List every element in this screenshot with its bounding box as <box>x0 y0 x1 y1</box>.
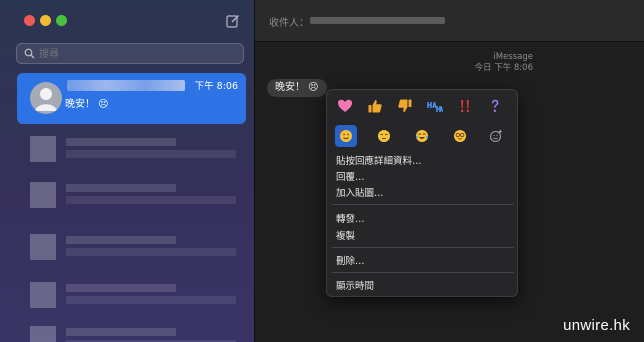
conversation-time: 下午 8:06 <box>194 81 238 92</box>
nerd-face-icon <box>454 130 466 142</box>
timestamp-label: 今日 下午 8:06 <box>474 63 534 73</box>
compose-icon[interactable] <box>226 14 240 28</box>
service-label: iMessage <box>493 52 533 62</box>
conversation-item-blurred[interactable] <box>30 282 250 308</box>
menu-item-forward[interactable]: 轉發… <box>336 211 365 225</box>
tapback-heart-button[interactable] <box>335 96 355 116</box>
smiling-face-hearts-icon <box>339 130 352 142</box>
sidebar: 下午 8:06 晚安！ 😣 <box>0 0 255 342</box>
thumbs-down-icon <box>398 99 412 112</box>
thumbs-up-icon <box>368 100 382 113</box>
conversation-item-blurred[interactable] <box>30 234 250 260</box>
recipient-field-blurred[interactable] <box>310 17 445 24</box>
heart-icon <box>338 99 352 112</box>
contact-name-blurred <box>67 80 185 91</box>
conversation-item-blurred[interactable] <box>30 326 250 342</box>
minimize-window-button[interactable] <box>40 15 51 26</box>
menu-item-show-times[interactable]: 顯示時間 <box>336 278 374 292</box>
menu-item-copy[interactable]: 複製 <box>336 228 355 242</box>
avatar <box>30 82 62 114</box>
add-sticker-reaction-button[interactable] <box>485 125 507 147</box>
reaction-smiling-hearts-button[interactable] <box>335 125 357 147</box>
double-exclamation-icon <box>461 100 469 113</box>
add-emoji-icon <box>489 129 502 143</box>
reaction-nerd-button[interactable] <box>449 125 471 147</box>
messages-window: 下午 8:06 晚安！ 😣 收件人： iMessage 今日 下午 8:06 晚… <box>0 0 644 342</box>
tapback-dislike-button[interactable] <box>395 96 415 116</box>
tapback-like-button[interactable] <box>365 96 385 116</box>
menu-item-sticker-details[interactable]: 貼按回應詳細資料… <box>336 153 422 167</box>
conversation-preview: 晚安！ 😣 <box>65 99 109 110</box>
tapback-emphasize-button[interactable] <box>455 96 475 116</box>
tears-of-joy-icon <box>415 130 429 142</box>
reaction-tears-of-joy-button[interactable] <box>411 125 433 147</box>
conversation-item-selected[interactable]: 下午 8:06 晚安！ 😣 <box>17 73 246 124</box>
menu-separator <box>332 247 514 248</box>
search-icon <box>24 48 35 59</box>
reaction-unamused-button[interactable] <box>373 125 395 147</box>
message-timestamp: iMessage 今日 下午 8:06 <box>255 52 534 74</box>
conversation-item-blurred[interactable] <box>30 182 250 208</box>
search-field[interactable] <box>16 43 244 64</box>
haha-icon <box>427 101 443 113</box>
tapback-question-button[interactable] <box>485 96 505 116</box>
menu-item-reply[interactable]: 回覆… <box>336 169 365 183</box>
conversation-item-blurred[interactable] <box>30 136 250 162</box>
menu-separator <box>332 272 514 273</box>
recipient-label: 收件人： <box>269 18 309 29</box>
unamused-face-icon <box>378 130 390 142</box>
search-input[interactable] <box>39 46 229 62</box>
message-bubble[interactable]: 晚安！ 😣 <box>267 79 327 97</box>
recipient-header: 收件人： <box>255 0 644 42</box>
question-icon <box>492 99 499 112</box>
menu-separator <box>332 204 514 205</box>
watermark: unwire.hk <box>563 317 630 334</box>
maximize-window-button[interactable] <box>56 15 67 26</box>
close-window-button[interactable] <box>24 15 35 26</box>
tapback-haha-button[interactable] <box>425 96 445 116</box>
person-icon <box>35 88 57 111</box>
context-menu: 貼按回應詳細資料… 回覆… 加入貼圖… 轉發… 複製 刪除… 顯示時間 <box>326 89 518 297</box>
menu-item-add-sticker[interactable]: 加入貼圖… <box>336 185 384 199</box>
menu-item-delete[interactable]: 刪除… <box>336 253 365 267</box>
